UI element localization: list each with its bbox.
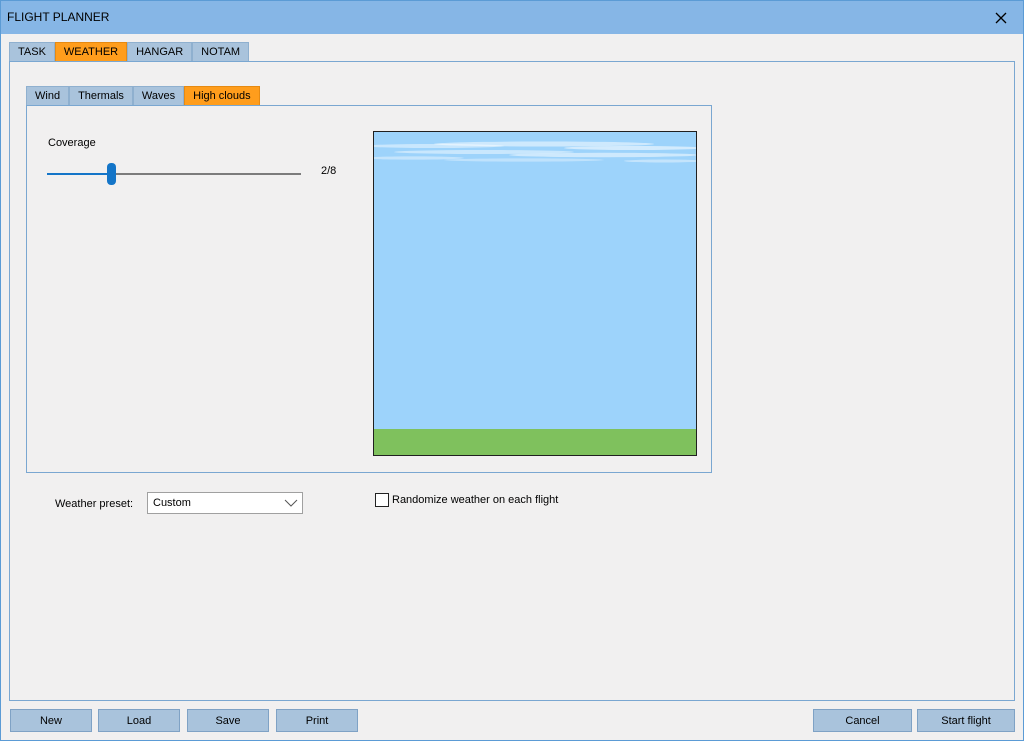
slider-fill <box>47 173 111 175</box>
main-tab-bar: TASK WEATHER HANGAR NOTAM <box>9 42 250 61</box>
tab-notam[interactable]: NOTAM <box>192 42 250 61</box>
save-button[interactable]: Save <box>187 709 269 732</box>
load-button[interactable]: Load <box>98 709 180 732</box>
close-button[interactable] <box>979 1 1023 34</box>
cancel-button[interactable]: Cancel <box>813 709 912 732</box>
weather-preset-label: Weather preset: <box>55 498 134 510</box>
tab-wind[interactable]: Wind <box>26 86 70 105</box>
weather-sub-tab-bar: Wind Thermals Waves High clouds <box>26 86 260 105</box>
tab-high-clouds[interactable]: High clouds <box>184 86 260 105</box>
new-button[interactable]: New <box>10 709 92 732</box>
high-clouds-graphic <box>374 141 696 163</box>
slider-thumb[interactable] <box>107 163 116 185</box>
sky-preview <box>373 131 697 456</box>
randomize-weather-label: Randomize weather on each flight <box>392 494 559 506</box>
window-title: FLIGHT PLANNER <box>7 10 110 24</box>
preview-ground <box>374 429 696 455</box>
chevron-down-icon <box>284 499 298 507</box>
close-icon <box>995 12 1007 23</box>
tab-task[interactable]: TASK <box>9 42 55 61</box>
coverage-value: 2/8 <box>321 165 337 177</box>
tab-hangar[interactable]: HANGAR <box>127 42 193 61</box>
tab-waves[interactable]: Waves <box>132 86 185 105</box>
checkbox-box[interactable] <box>375 493 389 507</box>
randomize-weather-checkbox[interactable]: Randomize weather on each flight <box>375 493 558 507</box>
weather-preset-dropdown[interactable]: Custom <box>147 492 303 514</box>
tab-thermals[interactable]: Thermals <box>69 86 133 105</box>
tab-weather[interactable]: WEATHER <box>54 42 128 61</box>
start-flight-button[interactable]: Start flight <box>917 709 1015 732</box>
title-bar: FLIGHT PLANNER <box>1 1 1023 34</box>
weather-preset-value: Custom <box>153 497 191 509</box>
coverage-label: Coverage <box>48 137 96 149</box>
print-button[interactable]: Print <box>276 709 358 732</box>
coverage-slider[interactable] <box>47 163 301 185</box>
flight-planner-window: FLIGHT PLANNER TASK WEATHER HANGAR NOTAM… <box>0 0 1024 741</box>
